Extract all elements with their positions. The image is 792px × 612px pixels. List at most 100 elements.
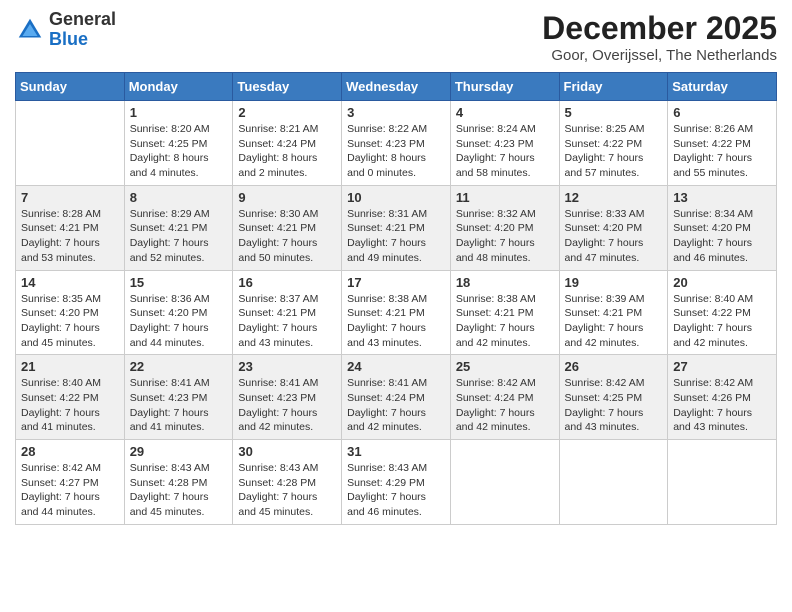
day-info: Sunrise: 8:35 AMSunset: 4:20 PMDaylight:…: [21, 292, 119, 351]
day-number: 29: [130, 444, 228, 459]
calendar-cell: [668, 440, 777, 525]
calendar-cell: 5 Sunrise: 8:25 AMSunset: 4:22 PMDaylight…: [559, 101, 668, 186]
calendar-cell: 8Sunrise: 8:29 AMSunset: 4:21 PMDaylight…: [124, 185, 233, 270]
day-number: 26: [565, 359, 663, 374]
day-number: 9: [238, 190, 336, 205]
day-info: Sunrise: 8:42 AMSunset: 4:24 PMDaylight:…: [456, 376, 554, 435]
day-number: 19: [565, 275, 663, 290]
day-number: 6: [673, 105, 771, 120]
calendar-cell: 18 Sunrise: 8:38 AMSunset: 4:21 PMDayligh…: [450, 270, 559, 355]
calendar-cell: 2Sunrise: 8:21 AMSunset: 4:24 PMDaylight…: [233, 101, 342, 186]
day-number: 24: [347, 359, 445, 374]
day-info: Sunrise: 8:25 AMSunset: 4:22 PMDaylight:…: [565, 122, 663, 181]
calendar-cell: 7Sunrise: 8:28 AMSunset: 4:21 PMDaylight…: [16, 185, 125, 270]
day-number: 25: [456, 359, 554, 374]
calendar-cell: 3 Sunrise: 8:22 AMSunset: 4:23 PMDaylight…: [342, 101, 451, 186]
calendar-cell: 14 Sunrise: 8:35 AMSunset: 4:20 PMDayligh…: [16, 270, 125, 355]
day-info: Sunrise: 8:37 AMSunset: 4:21 PMDaylight:…: [238, 292, 336, 351]
logo-blue: Blue: [49, 29, 88, 49]
day-info: Sunrise: 8:40 AMSunset: 4:22 PMDaylight:…: [673, 292, 771, 351]
calendar-cell: 12Sunrise: 8:33 AMSunset: 4:20 PMDayligh…: [559, 185, 668, 270]
day-number: 16: [238, 275, 336, 290]
calendar-row: 14 Sunrise: 8:35 AMSunset: 4:20 PMDayligh…: [16, 270, 777, 355]
calendar-cell: 29 Sunrise: 8:43 AMSunset: 4:28 PMDayligh…: [124, 440, 233, 525]
day-info: Sunrise: 8:28 AMSunset: 4:21 PMDaylight:…: [21, 207, 119, 266]
day-info: Sunrise: 8:21 AMSunset: 4:24 PMDaylight:…: [238, 122, 336, 181]
day-info: Sunrise: 8:41 AMSunset: 4:23 PMDaylight:…: [238, 376, 336, 435]
calendar-cell: 25 Sunrise: 8:42 AMSunset: 4:24 PMDayligh…: [450, 355, 559, 440]
calendar-cell: 26Sunrise: 8:42 AMSunset: 4:25 PMDayligh…: [559, 355, 668, 440]
day-info: Sunrise: 8:36 AMSunset: 4:20 PMDaylight:…: [130, 292, 228, 351]
day-number: 21: [21, 359, 119, 374]
day-info: Sunrise: 8:32 AMSunset: 4:20 PMDaylight:…: [456, 207, 554, 266]
calendar-table: SundayMondayTuesdayWednesdayThursdayFrid…: [15, 72, 777, 525]
calendar-cell: 9 Sunrise: 8:30 AMSunset: 4:21 PMDaylight…: [233, 185, 342, 270]
logo-text: General Blue: [49, 10, 116, 50]
day-number: 20: [673, 275, 771, 290]
day-info: Sunrise: 8:26 AMSunset: 4:22 PMDaylight:…: [673, 122, 771, 181]
day-number: 30: [238, 444, 336, 459]
day-number: 14: [21, 275, 119, 290]
day-number: 27: [673, 359, 771, 374]
calendar-cell: 10Sunrise: 8:31 AMSunset: 4:21 PMDayligh…: [342, 185, 451, 270]
calendar-cell: 31 Sunrise: 8:43 AMSunset: 4:29 PMDayligh…: [342, 440, 451, 525]
calendar-cell: [559, 440, 668, 525]
calendar-cell: 21 Sunrise: 8:40 AMSunset: 4:22 PMDayligh…: [16, 355, 125, 440]
header-day-monday: Monday: [124, 73, 233, 101]
day-number: 3: [347, 105, 445, 120]
day-info: Sunrise: 8:30 AMSunset: 4:21 PMDaylight:…: [238, 207, 336, 266]
calendar-cell: 28 Sunrise: 8:42 AMSunset: 4:27 PMDayligh…: [16, 440, 125, 525]
day-number: 31: [347, 444, 445, 459]
day-number: 18: [456, 275, 554, 290]
calendar-cell: 15 Sunrise: 8:36 AMSunset: 4:20 PMDayligh…: [124, 270, 233, 355]
calendar-row: 7Sunrise: 8:28 AMSunset: 4:21 PMDaylight…: [16, 185, 777, 270]
day-info: Sunrise: 8:43 AMSunset: 4:28 PMDaylight:…: [130, 461, 228, 520]
calendar-cell: 6 Sunrise: 8:26 AMSunset: 4:22 PMDaylight…: [668, 101, 777, 186]
calendar-cell: 20 Sunrise: 8:40 AMSunset: 4:22 PMDayligh…: [668, 270, 777, 355]
calendar-cell: 11Sunrise: 8:32 AMSunset: 4:20 PMDayligh…: [450, 185, 559, 270]
calendar-row: 1 Sunrise: 8:20 AMSunset: 4:25 PMDaylight…: [16, 101, 777, 186]
day-number: 15: [130, 275, 228, 290]
calendar-cell: 23Sunrise: 8:41 AMSunset: 4:23 PMDayligh…: [233, 355, 342, 440]
day-info: Sunrise: 8:42 AMSunset: 4:26 PMDaylight:…: [673, 376, 771, 435]
page-header: General Blue December 2025 Goor, Overijs…: [15, 10, 777, 64]
day-info: Sunrise: 8:41 AMSunset: 4:23 PMDaylight:…: [130, 376, 228, 435]
day-number: 28: [21, 444, 119, 459]
calendar-cell: [16, 101, 125, 186]
calendar-cell: 17 Sunrise: 8:38 AMSunset: 4:21 PMDayligh…: [342, 270, 451, 355]
day-number: 1: [130, 105, 228, 120]
header-day-wednesday: Wednesday: [342, 73, 451, 101]
day-info: Sunrise: 8:20 AMSunset: 4:25 PMDaylight:…: [130, 122, 228, 181]
day-info: Sunrise: 8:31 AMSunset: 4:21 PMDaylight:…: [347, 207, 445, 266]
calendar-row: 28 Sunrise: 8:42 AMSunset: 4:27 PMDayligh…: [16, 440, 777, 525]
calendar-cell: 1 Sunrise: 8:20 AMSunset: 4:25 PMDaylight…: [124, 101, 233, 186]
day-info: Sunrise: 8:38 AMSunset: 4:21 PMDaylight:…: [347, 292, 445, 351]
calendar-cell: 16 Sunrise: 8:37 AMSunset: 4:21 PMDayligh…: [233, 270, 342, 355]
header-day-sunday: Sunday: [16, 73, 125, 101]
day-info: Sunrise: 8:43 AMSunset: 4:28 PMDaylight:…: [238, 461, 336, 520]
day-number: 4: [456, 105, 554, 120]
calendar-cell: 24 Sunrise: 8:41 AMSunset: 4:24 PMDayligh…: [342, 355, 451, 440]
calendar-header: SundayMondayTuesdayWednesdayThursdayFrid…: [16, 73, 777, 101]
header-day-friday: Friday: [559, 73, 668, 101]
day-info: Sunrise: 8:43 AMSunset: 4:29 PMDaylight:…: [347, 461, 445, 520]
calendar-cell: 19Sunrise: 8:39 AMSunset: 4:21 PMDayligh…: [559, 270, 668, 355]
day-number: 17: [347, 275, 445, 290]
title-block: December 2025 Goor, Overijssel, The Neth…: [542, 10, 777, 64]
calendar-cell: 4Sunrise: 8:24 AMSunset: 4:23 PMDaylight…: [450, 101, 559, 186]
day-info: Sunrise: 8:33 AMSunset: 4:20 PMDaylight:…: [565, 207, 663, 266]
day-info: Sunrise: 8:38 AMSunset: 4:21 PMDaylight:…: [456, 292, 554, 351]
calendar-row: 21 Sunrise: 8:40 AMSunset: 4:22 PMDayligh…: [16, 355, 777, 440]
calendar-cell: 22Sunrise: 8:41 AMSunset: 4:23 PMDayligh…: [124, 355, 233, 440]
day-info: Sunrise: 8:22 AMSunset: 4:23 PMDaylight:…: [347, 122, 445, 181]
header-day-saturday: Saturday: [668, 73, 777, 101]
logo-general: General: [49, 9, 116, 29]
calendar-cell: 27 Sunrise: 8:42 AMSunset: 4:26 PMDayligh…: [668, 355, 777, 440]
calendar-cell: [450, 440, 559, 525]
day-info: Sunrise: 8:41 AMSunset: 4:24 PMDaylight:…: [347, 376, 445, 435]
day-info: Sunrise: 8:40 AMSunset: 4:22 PMDaylight:…: [21, 376, 119, 435]
day-number: 5: [565, 105, 663, 120]
day-info: Sunrise: 8:42 AMSunset: 4:27 PMDaylight:…: [21, 461, 119, 520]
calendar-cell: 30 Sunrise: 8:43 AMSunset: 4:28 PMDayligh…: [233, 440, 342, 525]
day-number: 8: [130, 190, 228, 205]
